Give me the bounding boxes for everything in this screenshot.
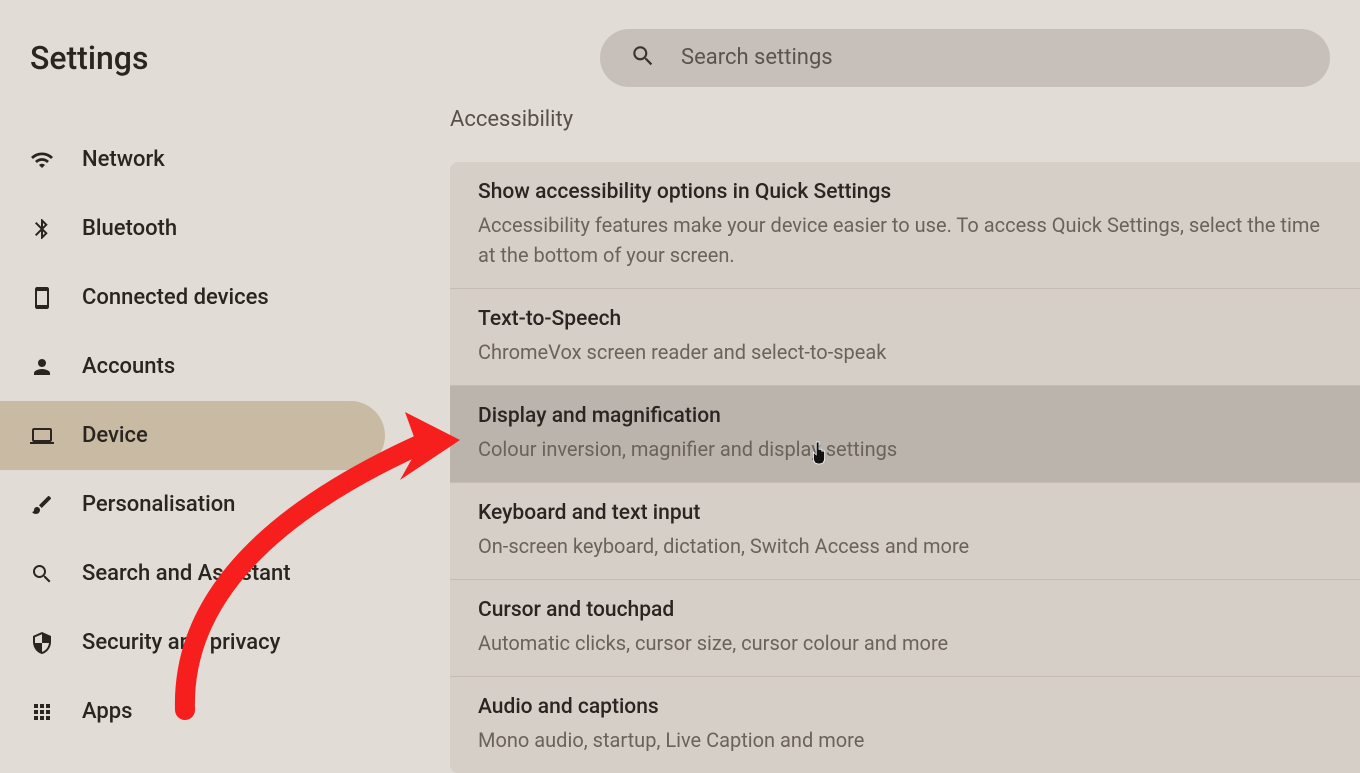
sidebar-item-network[interactable]: Network [0, 125, 420, 194]
sidebar-item-security-privacy[interactable]: Security and privacy [0, 608, 420, 677]
layout: Network Bluetooth Connected devices Acco… [0, 115, 1360, 765]
sidebar-item-label: Connected devices [82, 285, 269, 310]
sidebar-item-label: Search and Assistant [82, 561, 291, 586]
setting-title: Audio and captions [478, 695, 1332, 719]
page-title: Settings [30, 39, 600, 77]
setting-desc: Mono audio, startup, Live Caption and mo… [478, 725, 1332, 755]
sidebar-item-apps[interactable]: Apps [0, 677, 420, 724]
setting-title: Text-to-Speech [478, 307, 1332, 331]
setting-row-display-magnification[interactable]: Display and magnification Colour inversi… [450, 386, 1360, 483]
shield-icon [30, 631, 54, 655]
search-input[interactable]: Search settings [600, 29, 1330, 87]
wifi-icon [30, 148, 54, 172]
sidebar-item-label: Network [82, 147, 165, 172]
brush-icon [30, 493, 54, 517]
setting-title: Keyboard and text input [478, 501, 1332, 525]
search-icon [630, 43, 656, 73]
setting-desc: Accessibility features make your device … [478, 210, 1332, 270]
setting-desc: Automatic clicks, cursor size, cursor co… [478, 628, 1332, 658]
sidebar-item-personalisation[interactable]: Personalisation [0, 470, 420, 539]
setting-title: Show accessibility options in Quick Sett… [478, 180, 1332, 204]
phone-icon [30, 286, 54, 310]
main-content: Accessibility Show accessibility options… [420, 115, 1360, 765]
setting-row-cursor-touchpad[interactable]: Cursor and touchpad Automatic clicks, cu… [450, 580, 1360, 677]
apps-icon [30, 700, 54, 724]
sidebar-item-label: Personalisation [82, 492, 235, 517]
setting-desc: On-screen keyboard, dictation, Switch Ac… [478, 531, 1332, 561]
sidebar-item-label: Apps [82, 699, 132, 724]
sidebar-item-accounts[interactable]: Accounts [0, 332, 420, 401]
sidebar-item-device[interactable]: Device [0, 401, 385, 470]
setting-title: Cursor and touchpad [478, 598, 1332, 622]
bluetooth-icon [30, 217, 54, 241]
search-icon [30, 562, 54, 586]
sidebar-item-label: Device [82, 423, 148, 448]
person-icon [30, 355, 54, 379]
setting-desc: Colour inversion, magnifier and display … [478, 434, 1332, 464]
setting-desc: ChromeVox screen reader and select-to-sp… [478, 337, 1332, 367]
sidebar-item-connected-devices[interactable]: Connected devices [0, 263, 420, 332]
search-placeholder: Search settings [681, 45, 833, 70]
setting-row-keyboard-text[interactable]: Keyboard and text input On-screen keyboa… [450, 483, 1360, 580]
sidebar-item-label: Bluetooth [82, 216, 177, 241]
setting-row-audio-captions[interactable]: Audio and captions Mono audio, startup, … [450, 677, 1360, 773]
header: Settings Search settings [0, 0, 1360, 115]
sidebar: Network Bluetooth Connected devices Acco… [0, 115, 420, 765]
setting-title: Display and magnification [478, 404, 1332, 428]
sidebar-item-bluetooth[interactable]: Bluetooth [0, 194, 420, 263]
laptop-icon [30, 424, 54, 448]
sidebar-item-label: Security and privacy [82, 630, 280, 655]
setting-row-quick-settings[interactable]: Show accessibility options in Quick Sett… [450, 162, 1360, 289]
sidebar-item-search-assistant[interactable]: Search and Assistant [0, 539, 420, 608]
settings-list: Show accessibility options in Quick Sett… [450, 162, 1360, 773]
setting-row-text-to-speech[interactable]: Text-to-Speech ChromeVox screen reader a… [450, 289, 1360, 386]
section-title: Accessibility [450, 107, 1360, 132]
sidebar-item-label: Accounts [82, 354, 175, 379]
